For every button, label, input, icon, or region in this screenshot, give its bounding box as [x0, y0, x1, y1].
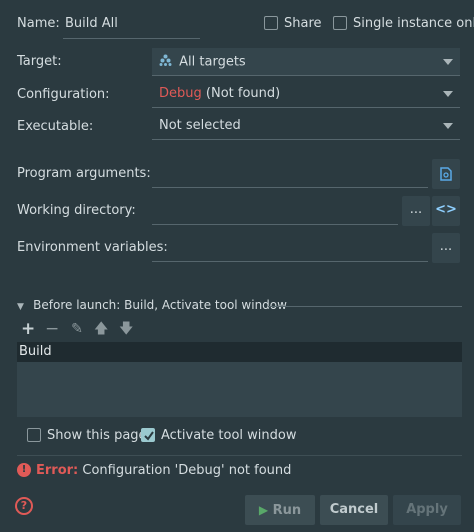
chevron-down-icon — [443, 91, 453, 97]
single-instance-checkbox[interactable] — [333, 16, 347, 30]
error-prefix: Error: — [36, 463, 79, 478]
error-message: Error: Configuration 'Debug' not found — [36, 463, 291, 478]
cancel-button[interactable]: Cancel — [320, 495, 388, 525]
add-icon[interactable]: + — [21, 321, 35, 338]
working-directory-label: Working directory: — [17, 203, 136, 218]
before-launch-header: Before launch: Build, Activate tool wind… — [33, 298, 287, 312]
checkmark-icon — [144, 431, 154, 441]
chevron-down-icon: ▼ — [17, 302, 24, 312]
configuration-value-status: (Not found) — [201, 86, 281, 101]
share-label: Share — [284, 16, 322, 31]
target-combo[interactable]: All targets — [152, 48, 460, 76]
configuration-label: Configuration: — [17, 87, 110, 102]
show-this-page-checkbox[interactable] — [27, 428, 41, 442]
help-icon[interactable]: ? — [15, 497, 33, 515]
program-arguments-input[interactable] — [152, 160, 428, 188]
target-label: Target: — [17, 54, 62, 69]
section-divider — [268, 306, 462, 307]
name-field[interactable]: Build All — [63, 11, 200, 39]
environment-variables-input[interactable] — [152, 234, 428, 262]
run-label: Run — [272, 503, 302, 518]
before-launch-toggle[interactable]: ▼ Before launch: Build, Activate tool wi… — [17, 298, 287, 313]
executable-label: Executable: — [17, 119, 94, 134]
remove-icon[interactable]: − — [45, 321, 59, 338]
before-launch-list[interactable]: Build — [17, 342, 462, 417]
environment-variables-label: Environment variables: — [17, 240, 168, 255]
edit-icon[interactable]: ✎ — [70, 322, 84, 336]
executable-value: Not selected — [159, 118, 241, 133]
working-directory-macro-button[interactable]: <> — [432, 196, 460, 226]
working-directory-browse-button[interactable]: ... — [402, 196, 430, 226]
environment-variables-browse-button[interactable]: ... — [432, 233, 460, 263]
divider — [17, 455, 462, 456]
expand-arguments-button[interactable] — [432, 159, 460, 189]
chevron-down-icon — [443, 59, 453, 65]
single-instance-label: Single instance only — [353, 16, 474, 31]
move-down-icon[interactable]: 🡇 — [119, 322, 133, 336]
program-arguments-label: Program arguments: — [17, 166, 151, 181]
error-icon: ! — [17, 463, 31, 477]
configuration-combo[interactable]: Debug (Not found) — [152, 80, 460, 108]
list-item[interactable]: Build — [17, 342, 462, 362]
run-button[interactable]: ▶ Run — [245, 495, 315, 525]
configuration-value-error: Debug — [159, 86, 202, 101]
working-directory-input[interactable] — [152, 197, 398, 225]
error-text: Configuration 'Debug' not found — [82, 463, 292, 478]
name-label: Name: — [17, 16, 60, 31]
apply-button[interactable]: Apply — [393, 495, 461, 525]
targets-icon — [159, 54, 175, 70]
activate-tool-window-checkbox[interactable] — [141, 428, 155, 442]
target-value: All targets — [179, 54, 246, 70]
play-icon: ▶ — [258, 503, 269, 517]
move-up-icon[interactable]: 🡅 — [94, 322, 108, 336]
executable-combo[interactable]: Not selected — [152, 112, 460, 140]
chevron-down-icon — [443, 123, 453, 129]
document-expand-icon — [440, 167, 452, 181]
activate-tool-window-label: Activate tool window — [161, 428, 297, 443]
share-checkbox[interactable] — [264, 16, 278, 30]
show-this-page-label: Show this page — [47, 428, 147, 443]
